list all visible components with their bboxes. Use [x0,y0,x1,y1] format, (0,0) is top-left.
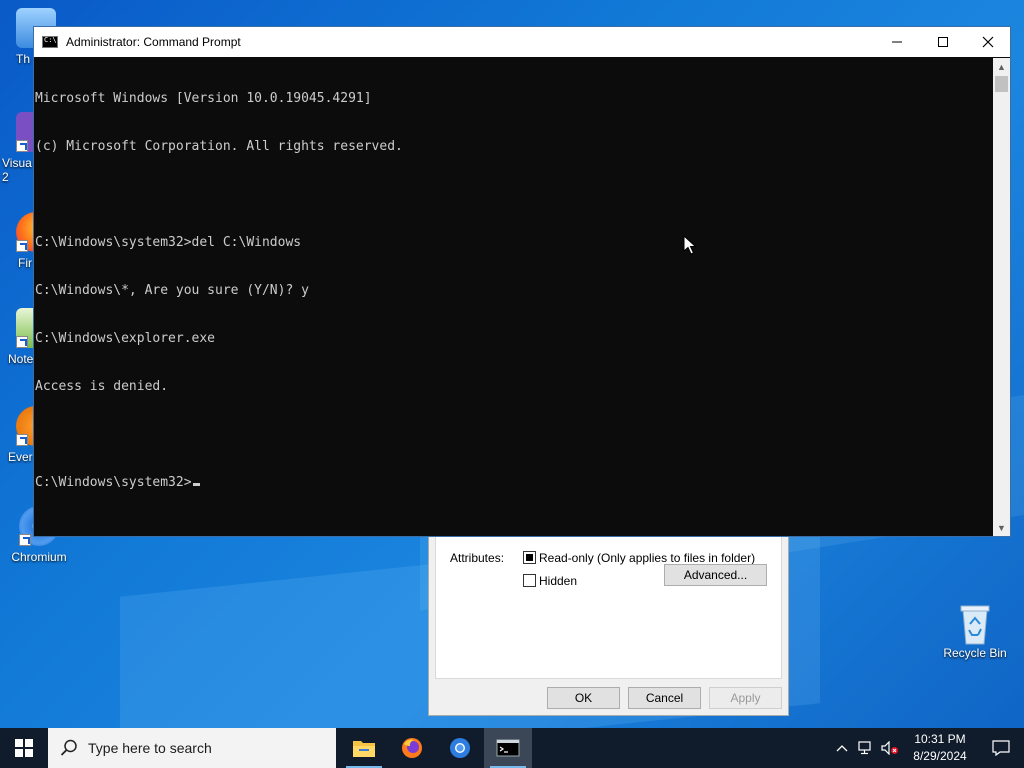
console-output[interactable]: Microsoft Windows [Version 10.0.19045.42… [34,58,993,536]
recycle-bin-shortcut[interactable]: Recycle Bin [937,602,1013,660]
minimize-button[interactable] [874,27,920,57]
hidden-checkbox[interactable] [523,574,536,587]
hidden-label: Hidden [539,574,578,588]
taskbar-command-prompt[interactable] [484,728,532,768]
ok-button[interactable]: OK [547,687,620,709]
properties-dialog: Attributes: Read-only (Only applies to f… [428,520,789,716]
search-icon [60,739,77,756]
cmd-icon [42,36,58,48]
console-line: (c) Microsoft Corporation. All rights re… [35,139,403,154]
firefox-icon [402,738,422,758]
window-title: Administrator: Command Prompt [66,35,241,49]
clock-date: 8/29/2024 [913,749,967,763]
console-prompt-line: C:\Windows\system32> [35,475,993,491]
desktop-icon-label: Chromium [11,550,67,564]
chromium-icon [450,738,470,758]
minimize-icon [892,41,902,43]
properties-panel: Attributes: Read-only (Only applies to f… [435,527,782,679]
cancel-button[interactable]: Cancel [628,687,701,709]
volume-button[interactable] [878,728,902,768]
advanced-button[interactable]: Advanced... [664,564,767,586]
chevron-up-icon [836,745,848,752]
show-hidden-icons-button[interactable] [830,728,854,768]
taskbar-chromium[interactable] [436,728,484,768]
console-line: C:\Windows\explorer.exe [35,331,216,346]
scroll-down-icon[interactable]: ▼ [993,519,1010,536]
maximize-icon [938,37,948,47]
text-cursor [192,483,200,486]
start-button[interactable] [0,728,48,768]
notification-icon [992,740,1010,756]
scrollbar-thumb[interactable] [995,76,1008,92]
close-button[interactable] [965,27,1011,57]
recycle-bin-icon [955,602,995,645]
taskbar-firefox[interactable] [388,728,436,768]
command-prompt-icon [496,739,520,757]
desktop: Th Visua 2 Fir Note Ever Chromium Recycl… [0,0,1024,728]
readonly-checkbox[interactable] [523,551,536,564]
apply-button: Apply [709,687,782,709]
clock-time: 10:31 PM [914,732,966,746]
console-line: C:\Windows\system32>del C:\Windows [35,235,302,250]
window-titlebar[interactable]: Administrator: Command Prompt [34,27,1010,57]
console-line: Microsoft Windows [Version 10.0.19045.42… [35,91,372,106]
action-center-button[interactable] [978,728,1024,768]
taskbar-file-explorer[interactable] [340,728,388,768]
system-tray: 10:31 PM 8/29/2024 [830,728,1024,768]
vertical-scrollbar[interactable]: ▲ ▼ [993,58,1010,536]
scroll-up-icon[interactable]: ▲ [993,58,1010,75]
taskbar-clock[interactable]: 10:31 PM 8/29/2024 [902,731,978,765]
search-placeholder: Type here to search [88,740,212,756]
network-button[interactable] [854,728,878,768]
console-line: C:\Windows\*, Are you sure (Y/N)? y [35,283,309,298]
attributes-label: Attributes: [450,551,505,565]
mouse-pointer-icon [683,235,697,255]
close-icon [982,36,994,48]
volume-muted-icon [881,741,898,755]
taskbar-search-box[interactable]: Type here to search [48,728,336,768]
console-prompt: C:\Windows\system32> [35,475,192,490]
readonly-label: Read-only (Only applies to files in fold… [539,551,756,565]
console-line: Access is denied. [35,379,169,394]
windows-logo-icon [15,739,33,757]
network-icon [858,741,871,755]
taskbar: Type here to search 10:31 PM 8/29/2024 [0,728,1024,768]
file-explorer-icon [353,741,375,757]
desktop-icon-label: Recycle Bin [943,646,1007,660]
maximize-button[interactable] [920,27,966,57]
command-prompt-window[interactable]: Administrator: Command Prompt Microsoft … [33,26,1011,537]
